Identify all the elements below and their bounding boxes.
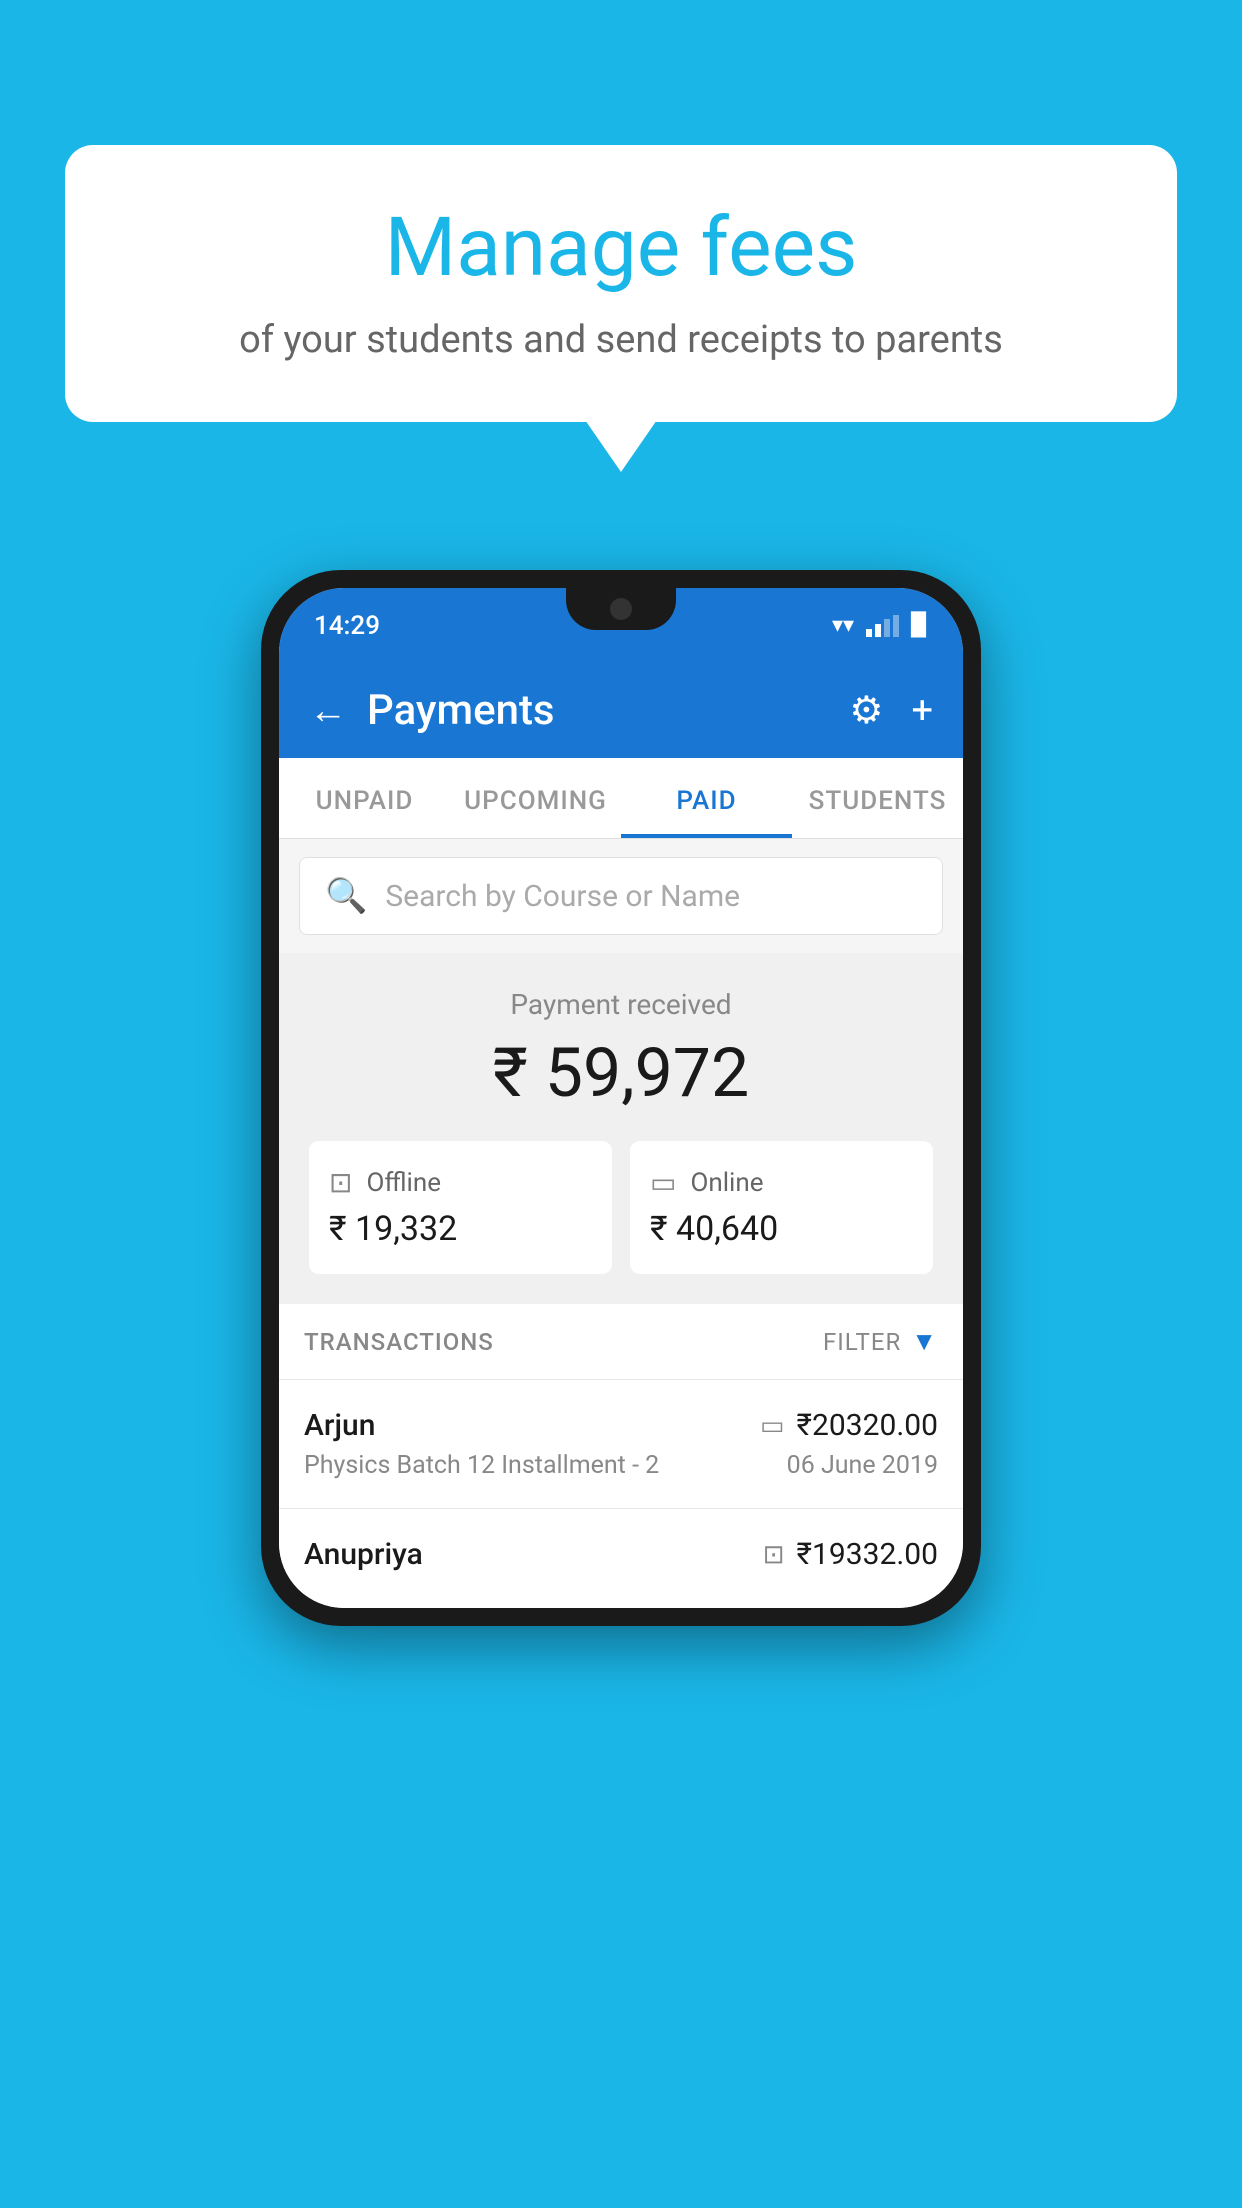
transaction-amount: ₹19332.00 (797, 1537, 938, 1572)
status-time: 14:29 (314, 611, 380, 641)
status-bar: 14:29 ▾▾ ▉ (279, 588, 963, 663)
payment-summary: Payment received ₹ 59,972 ⊡ Offline ₹ 19… (279, 953, 963, 1304)
speech-bubble: Manage fees of your students and send re… (65, 145, 1177, 422)
filter-icon: ▼ (911, 1326, 938, 1357)
payment-cards: ⊡ Offline ₹ 19,332 ▭ Online ₹ 40,640 (309, 1141, 933, 1274)
bubble-title: Manage fees (125, 200, 1117, 296)
tabs-bar: UNPAID UPCOMING PAID STUDENTS (279, 758, 963, 839)
offline-icon: ⊡ (329, 1166, 352, 1199)
tab-students[interactable]: STUDENTS (792, 758, 963, 838)
offline-card: ⊡ Offline ₹ 19,332 (309, 1141, 612, 1274)
search-icon: 🔍 (325, 876, 367, 916)
transaction-row: Anupriya ⊡ ₹19332.00 (279, 1508, 963, 1608)
search-box[interactable]: 🔍 Search by Course or Name (299, 857, 943, 935)
card-payment-icon: ▭ (760, 1411, 785, 1441)
settings-icon[interactable]: ⚙ (849, 688, 883, 733)
transaction-amount-area: ▭ ₹20320.00 (760, 1408, 938, 1443)
header-actions: ⚙ + (849, 688, 933, 733)
offline-amount: ₹ 19,332 (329, 1209, 592, 1249)
transaction-row-top: Anupriya ⊡ ₹19332.00 (304, 1537, 938, 1572)
online-label: Online (690, 1168, 763, 1198)
tab-upcoming[interactable]: UPCOMING (450, 758, 621, 838)
search-container: 🔍 Search by Course or Name (279, 839, 963, 953)
app-header: ← Payments ⚙ + (279, 663, 963, 758)
battery-icon: ▉ (911, 613, 928, 638)
back-button[interactable]: ← (309, 689, 347, 733)
payment-total-amount: ₹ 59,972 (309, 1033, 933, 1113)
camera (610, 598, 632, 620)
transaction-row-top: Arjun ▭ ₹20320.00 (304, 1408, 938, 1443)
transaction-course: Physics Batch 12 Installment - 2 (304, 1451, 659, 1480)
transaction-name: Anupriya (304, 1537, 423, 1572)
offline-card-header: ⊡ Offline (329, 1166, 592, 1199)
search-input[interactable]: Search by Course or Name (385, 879, 740, 914)
transaction-amount-area: ⊡ ₹19332.00 (763, 1537, 938, 1572)
transaction-row: Arjun ▭ ₹20320.00 Physics Batch 12 Insta… (279, 1379, 963, 1508)
bubble-subtitle: of your students and send receipts to pa… (125, 318, 1117, 362)
notch-cutout (566, 588, 676, 630)
signal-icon (866, 615, 899, 637)
transactions-header: TRANSACTIONS FILTER ▼ (279, 1304, 963, 1379)
offline-label: Offline (366, 1168, 441, 1198)
filter-label: FILTER (823, 1328, 901, 1356)
transaction-row-bottom: Physics Batch 12 Installment - 2 06 June… (304, 1451, 938, 1480)
transaction-name: Arjun (304, 1408, 375, 1443)
online-card-header: ▭ Online (650, 1166, 913, 1199)
add-icon[interactable]: + (911, 689, 933, 733)
payment-received-label: Payment received (309, 988, 933, 1021)
tab-paid[interactable]: PAID (621, 758, 792, 838)
offline-payment-icon: ⊡ (763, 1540, 785, 1570)
wifi-icon: ▾▾ (832, 613, 854, 638)
status-icons: ▾▾ ▉ (832, 613, 928, 638)
transaction-amount: ₹20320.00 (797, 1408, 938, 1443)
filter-button[interactable]: FILTER ▼ (823, 1326, 938, 1357)
transaction-date: 06 June 2019 (787, 1451, 938, 1480)
phone-frame: 14:29 ▾▾ ▉ (261, 570, 981, 1626)
online-card: ▭ Online ₹ 40,640 (630, 1141, 933, 1274)
transactions-label: TRANSACTIONS (304, 1328, 494, 1356)
online-amount: ₹ 40,640 (650, 1209, 913, 1249)
tab-unpaid[interactable]: UNPAID (279, 758, 450, 838)
page-title: Payments (367, 686, 829, 735)
online-icon: ▭ (650, 1166, 676, 1199)
